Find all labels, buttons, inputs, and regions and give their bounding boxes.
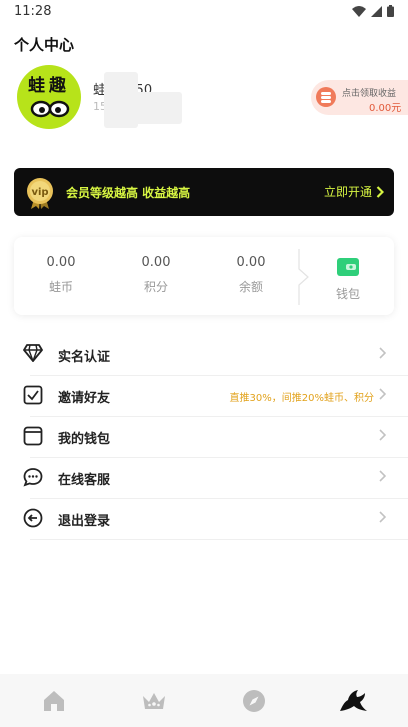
reward-button[interactable]: 点击领取收益 0.00元 xyxy=(311,80,408,115)
wallet-icon xyxy=(23,426,43,446)
svg-text:vip: vip xyxy=(31,187,48,198)
menu-item-logout[interactable]: 退出登录 xyxy=(0,498,408,539)
stat-value: 0.00 xyxy=(141,255,171,270)
frog-icon[interactable] xyxy=(339,688,369,714)
chevron-right-icon xyxy=(379,470,386,482)
menu-divider xyxy=(30,498,408,499)
diamond-icon xyxy=(23,344,43,362)
page-title: 个人中心 xyxy=(14,36,75,54)
menu-divider xyxy=(30,375,408,376)
stat-value: 0.00 xyxy=(236,255,266,270)
vip-banner[interactable]: vip 会员等级越高 收益越高 立即开通 xyxy=(14,168,394,216)
status-bar: 11:28 xyxy=(0,0,408,24)
chevron-right-icon xyxy=(376,185,384,198)
menu-label: 我的钱包 xyxy=(58,432,111,447)
wifi-icon xyxy=(352,5,366,17)
stat-balance[interactable]: 0.00 余额 xyxy=(211,255,291,295)
privacy-blur xyxy=(132,92,182,124)
coin-stack-icon xyxy=(316,87,336,107)
menu-divider xyxy=(30,416,408,417)
stat-frog-coin[interactable]: 0.00 蛙币 xyxy=(21,255,101,295)
chevron-right-icon xyxy=(379,347,386,359)
chevron-right-icon xyxy=(379,511,386,523)
stat-label: 蛙币 xyxy=(48,280,73,294)
home-icon[interactable] xyxy=(41,688,67,714)
menu-list: 实名认证 邀请好友 直推30%，间推20%蛙币、积分 我的钱包 在线客服 退出登 xyxy=(0,334,408,539)
tab-bar xyxy=(0,674,408,727)
menu-item-support[interactable]: 在线客服 xyxy=(0,457,408,498)
chevron-right-icon xyxy=(379,388,386,400)
stat-value: 0.00 xyxy=(46,255,76,270)
compass-icon[interactable] xyxy=(241,688,267,714)
stats-card: 0.00 蛙币 0.00 积分 0.00 余额 钱包 xyxy=(14,237,394,315)
status-time: 11:28 xyxy=(14,4,52,19)
wallet-card-icon xyxy=(337,258,359,276)
menu-item-wallet[interactable]: 我的钱包 xyxy=(0,416,408,457)
menu-subtitle: 直推30%，间推20%蛙币、积分 xyxy=(229,393,374,404)
crown-icon[interactable] xyxy=(141,688,167,714)
signal-icon xyxy=(371,5,382,17)
vip-banner-text: 会员等级越高 收益越高 xyxy=(66,186,191,200)
menu-label: 退出登录 xyxy=(58,514,111,529)
chat-icon xyxy=(23,468,43,487)
vip-open-button[interactable]: 立即开通 xyxy=(324,183,384,200)
chevron-right-icon xyxy=(379,429,386,441)
reward-title: 点击领取收益 xyxy=(342,89,397,99)
battery-icon xyxy=(387,5,394,17)
menu-divider xyxy=(30,539,408,540)
checked-box-icon xyxy=(23,385,43,405)
logout-icon xyxy=(23,508,43,528)
vip-badge-icon: vip xyxy=(27,178,53,209)
stat-label: 余额 xyxy=(238,280,263,294)
menu-item-verify[interactable]: 实名认证 xyxy=(0,334,408,375)
menu-divider xyxy=(30,457,408,458)
wallet-button[interactable]: 钱包 xyxy=(328,257,368,302)
stat-points[interactable]: 0.00 积分 xyxy=(116,255,196,295)
vip-open-label: 立即开通 xyxy=(323,185,372,199)
frog-eyes-icon xyxy=(30,100,70,118)
card-divider xyxy=(298,249,309,305)
menu-label: 邀请好友 xyxy=(58,391,111,406)
reward-value: 0.00元 xyxy=(369,103,402,114)
wallet-label: 钱包 xyxy=(335,287,360,301)
avatar[interactable]: 蛙趣 xyxy=(17,65,81,129)
menu-label: 实名认证 xyxy=(58,350,111,365)
status-icons xyxy=(352,5,394,17)
stat-label: 积分 xyxy=(143,280,168,294)
menu-label: 在线客服 xyxy=(58,473,111,488)
menu-item-invite[interactable]: 邀请好友 直推30%，间推20%蛙币、积分 xyxy=(0,375,408,416)
